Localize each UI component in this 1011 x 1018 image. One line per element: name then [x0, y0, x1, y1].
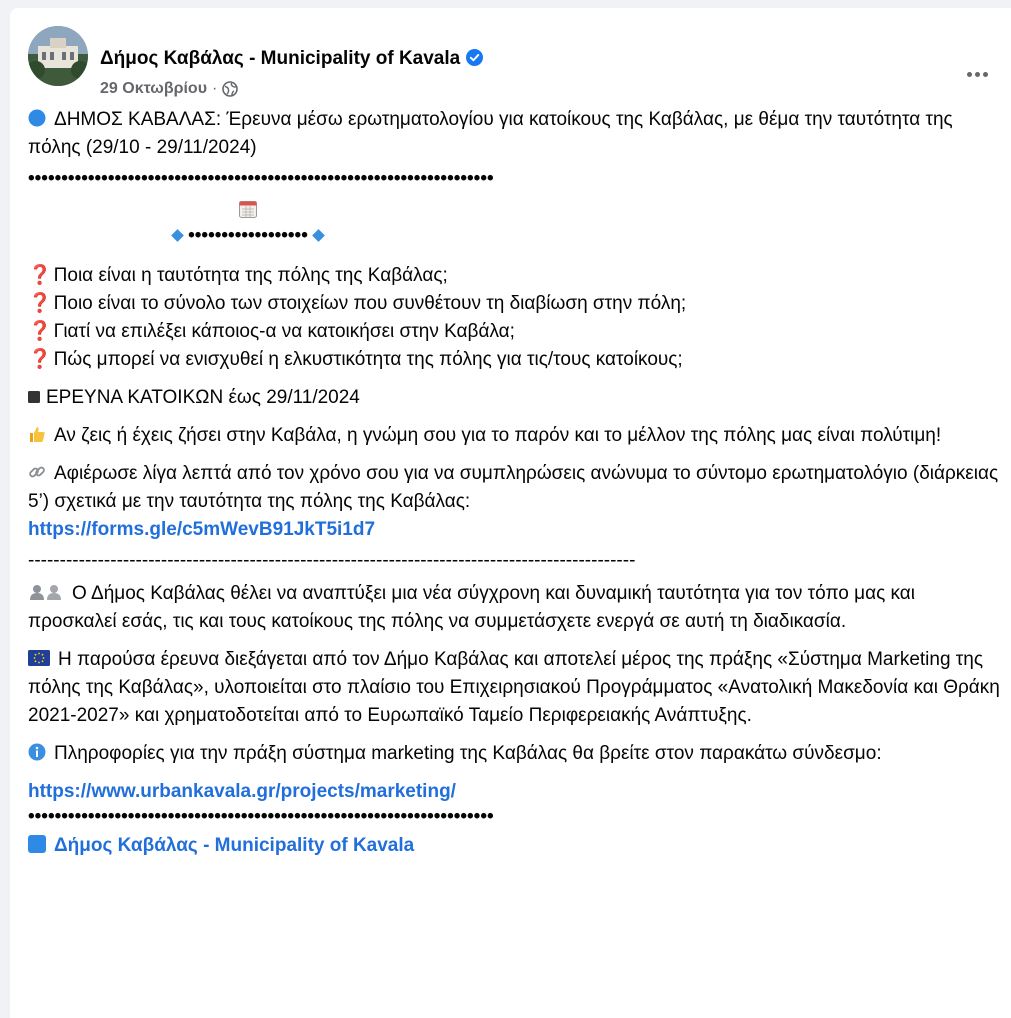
calendar-row: [28, 198, 468, 224]
info-icon: [28, 743, 46, 761]
info-paragraph: Πληροφορίες για την πράξη σύστημα market…: [28, 740, 1003, 768]
blue-square-icon: [28, 835, 46, 853]
question-item: ❓ Ποια είναι η ταυτότητα της πόλης της Κα…: [28, 265, 448, 286]
dotted-separator: ••••••••••••••••••••••••••••••••••••••••…: [28, 168, 494, 189]
blue-diamond-icon: [171, 229, 184, 242]
intro-text: ΔΗΜΟΣ ΚΑΒΑΛΑΣ: Έρευνα μέσω ερωτηματολογί…: [28, 109, 953, 158]
form-link[interactable]: https://forms.gle/c5mWevB91JkT5i1d7: [28, 519, 375, 540]
verified-badge-icon: [466, 49, 484, 66]
calendar-icon: [239, 201, 257, 218]
diamond-dots: ••••••••••••••••••: [188, 225, 308, 246]
signature-row: Δήμος Καβάλας - Municipality of Kavala: [28, 832, 1003, 860]
post-card: Δήμος Καβάλας - Municipality of Kavala 2…: [10, 8, 1011, 1018]
more-options-icon[interactable]: [959, 56, 995, 92]
dashed-separator: ----------------------------------------…: [28, 550, 636, 571]
post-date[interactable]: 29 Οκτωβρίου: [100, 79, 207, 99]
question-item: ❓ Ποιο είναι το σύνολο των στοιχείων που …: [28, 293, 687, 314]
question-mark-icon: ❓: [28, 265, 52, 286]
black-square-icon: [28, 391, 40, 403]
meta-separator: ·: [212, 80, 218, 97]
signature-link[interactable]: Δήμος Καβάλας - Municipality of Kavala: [54, 835, 414, 856]
blue-diamond-icon: [311, 229, 325, 242]
form-paragraph: Αφιέρωσε λίγα λεπτά από τον χρόνο σου γι…: [28, 463, 999, 540]
globe-icon: [222, 81, 239, 97]
info-link[interactable]: https://www.urbankavala.gr/projects/mark…: [28, 781, 456, 802]
question-mark-icon: ❓: [28, 321, 52, 342]
author-name[interactable]: Δήμος Καβάλας - Municipality of Kavala: [100, 47, 484, 71]
author-name-text[interactable]: Δήμος Καβάλας - Municipality of Kavala: [100, 48, 460, 69]
eu-flag-icon: [28, 650, 50, 666]
intro-paragraph: ΔΗΜΟΣ ΚΑΒΑΛΑΣ: Έρευνα μέσω ερωτηματολογί…: [28, 106, 1003, 162]
dotted-separator-bottom: ••••••••••••••••••••••••••••••••••••••••…: [28, 806, 494, 827]
people-icon: [30, 585, 61, 600]
page-avatar[interactable]: [28, 26, 88, 86]
post-header: Δήμος Καβάλας - Municipality of Kavala 2…: [28, 26, 1011, 97]
question-mark-icon: ❓: [28, 349, 52, 370]
opinion-paragraph: Αν ζεις ή έχεις ζήσει στην Καβάλα, η γνώ…: [28, 422, 1003, 450]
post-meta: 29 Οκτωβρίου ·: [100, 79, 239, 99]
survey-heading: ΕΡΕΥΝΑ ΚΑΤΟΙΚΩΝ έως 29/11/2024: [28, 384, 1003, 412]
eu-paragraph: Η παρούσα έρευνα διεξάγεται από τον Δήμο…: [28, 649, 1000, 726]
question-mark-icon: ❓: [28, 293, 52, 314]
link-icon: [29, 466, 45, 478]
thumbs-up-icon: [30, 427, 45, 442]
identity-paragraph: Ο Δήμος Καβάλας θέλει να αναπτύξει μια ν…: [28, 583, 915, 632]
blue-circle-icon: [28, 109, 46, 127]
question-item: ❓ Πώς μπορεί να ενισχυθεί η ελκυστικότητα…: [28, 349, 683, 370]
diamond-separator: ••••••••••••••••••: [28, 224, 468, 248]
questions-list: ❓ Ποια είναι η ταυτότητα της πόλης της Κα…: [28, 262, 1003, 374]
post-body: ΔΗΜΟΣ ΚΑΒΑΛΑΣ: Έρευνα μέσω ερωτηματολογί…: [28, 106, 1003, 860]
info-link-row: https://www.urbankavala.gr/projects/mark…: [28, 778, 1003, 806]
question-item: ❓ Γιατί να επιλέξει κάποιος-α να κατοικήσ…: [28, 321, 515, 342]
